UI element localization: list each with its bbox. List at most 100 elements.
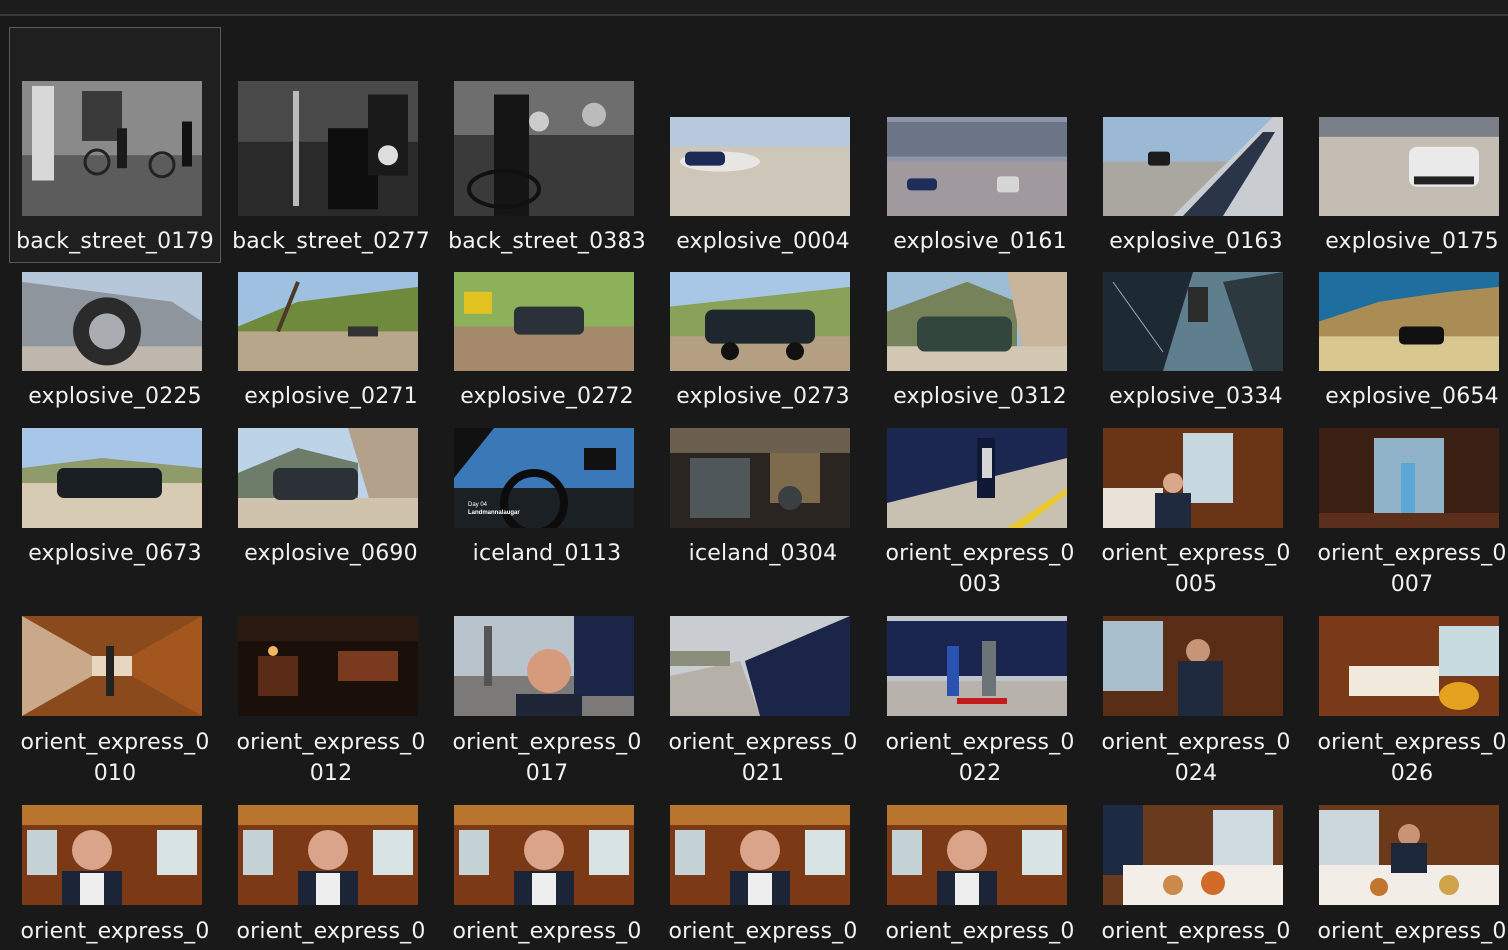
file-name-label: explosive_0273 [676,384,850,409]
file-tile[interactable]: iceland_0304 [658,420,868,570]
file-tile[interactable]: explosive_0334 [1091,266,1301,416]
video-thumbnail[interactable] [238,428,418,528]
file-tile[interactable]: orient_express_0 [875,798,1085,948]
file-name-label: orient_express_0 [452,919,642,944]
video-thumbnail[interactable] [1103,805,1283,905]
file-tile[interactable]: explosive_0272 [442,266,652,416]
file-tile[interactable]: back_street_0383 [442,28,652,262]
file-name-label: explosive_0271 [244,384,418,409]
file-tile[interactable]: orient_express_0 [658,798,868,948]
file-tile[interactable]: Day 04 Landmannalaugar iceland_0113 [442,420,652,570]
file-tile[interactable]: orient_express_0 022 [875,608,1085,786]
file-tile[interactable]: explosive_0163 [1091,28,1301,262]
file-name-label: explosive_0272 [460,384,634,409]
video-thumbnail[interactable] [1319,117,1499,216]
file-name-label: explosive_0175 [1325,229,1499,254]
video-thumbnail[interactable] [22,805,202,905]
file-tile[interactable]: orient_express_0 021 [658,608,868,786]
video-overlay-text: Day 04 [468,502,488,508]
video-thumbnail[interactable]: Day 04 Landmannalaugar [454,428,634,528]
video-thumbnail[interactable] [1319,805,1499,905]
file-name-label: orient_express_0 007 [1317,541,1507,597]
file-tile[interactable]: explosive_0175 [1307,28,1508,262]
video-thumbnail[interactable] [22,81,202,216]
file-tile[interactable]: orient_express_0 005 [1091,420,1301,597]
file-tile[interactable]: orient_express_0 017 [442,608,652,786]
file-name-label: iceland_0113 [472,541,622,566]
file-name-label: orient_express_0 024 [1101,730,1291,786]
file-name-label: explosive_0004 [676,229,850,254]
video-thumbnail[interactable] [887,616,1067,716]
file-tile[interactable]: explosive_0654 [1307,266,1508,416]
file-tile[interactable]: explosive_0312 [875,266,1085,416]
file-tile[interactable]: orient_express_0 012 [226,608,436,786]
video-thumbnail[interactable] [454,272,634,371]
video-thumbnail[interactable] [454,805,634,905]
video-thumbnail[interactable] [670,272,850,371]
video-thumbnail[interactable] [887,272,1067,371]
video-thumbnail[interactable] [670,616,850,716]
file-name-label: orient_express_0 017 [452,730,642,786]
file-tile[interactable]: orient_express_0 024 [1091,608,1301,786]
file-tile[interactable]: orient_express_0 003 [875,420,1085,597]
video-thumbnail[interactable] [670,805,850,905]
video-thumbnail[interactable] [887,428,1067,528]
video-thumbnail[interactable] [1319,272,1499,371]
file-tile[interactable]: explosive_0004 [658,28,868,262]
file-tile[interactable]: orient_express_0 [226,798,436,948]
file-tile[interactable]: orient_express_0 [1307,798,1508,948]
file-name-label: orient_express_0 021 [668,730,858,786]
file-tile[interactable]: back_street_0179 [9,27,221,263]
video-thumbnail[interactable] [454,81,634,216]
video-thumbnail[interactable] [887,805,1067,905]
video-thumbnail[interactable] [238,805,418,905]
video-thumbnail[interactable] [238,81,418,216]
file-name-label: back_street_0383 [448,229,646,254]
video-thumbnail[interactable] [22,428,202,528]
file-name-label: orient_express_0 [236,919,426,944]
file-name-label: explosive_0225 [28,384,202,409]
file-name-label: back_street_0179 [16,229,214,254]
video-thumbnail[interactable] [1319,428,1499,528]
video-thumbnail[interactable] [22,272,202,371]
video-thumbnail[interactable] [1103,616,1283,716]
video-thumbnail[interactable] [1103,117,1283,216]
video-thumbnail[interactable] [887,117,1067,216]
file-name-label: explosive_0673 [28,541,202,566]
video-thumbnail[interactable] [1103,272,1283,371]
file-tile[interactable]: orient_express_0 [442,798,652,948]
file-name-label: explosive_0334 [1109,384,1283,409]
file-name-label: orient_express_0 [668,919,858,944]
file-name-label: orient_express_0 [885,919,1075,944]
file-tile[interactable]: explosive_0273 [658,266,868,416]
file-tile[interactable]: explosive_0673 [10,420,220,570]
video-thumbnail[interactable] [1103,428,1283,528]
file-name-label: explosive_0312 [893,384,1067,409]
video-overlay-text: Landmannalaugar [468,510,520,516]
file-tile[interactable]: explosive_0271 [226,266,436,416]
video-thumbnail[interactable] [454,616,634,716]
file-tile[interactable]: orient_express_0 [1091,798,1301,948]
file-name-label: orient_express_0 005 [1101,541,1291,597]
file-tile[interactable]: explosive_0225 [10,266,220,416]
file-name-label: explosive_0163 [1109,229,1283,254]
video-thumbnail[interactable] [1319,616,1499,716]
video-thumbnail[interactable] [238,616,418,716]
video-thumbnail[interactable] [238,272,418,371]
file-tile[interactable]: orient_express_0 007 [1307,420,1508,597]
file-name-label: orient_express_0 003 [885,541,1075,597]
file-tile[interactable]: explosive_0690 [226,420,436,570]
file-tile[interactable]: explosive_0161 [875,28,1085,262]
file-name-label: orient_express_0 [1317,919,1507,944]
video-thumbnail[interactable] [670,428,850,528]
video-thumbnail[interactable] [670,117,850,216]
file-tile[interactable]: orient_express_0 026 [1307,608,1508,786]
file-name-label: orient_express_0 012 [236,730,426,786]
file-thumbnail-grid: back_street_0179 back_street_0277 back_str… [0,0,1508,950]
file-name-label: orient_express_0 026 [1317,730,1507,786]
file-tile[interactable]: orient_express_0 010 [10,608,220,786]
file-name-label: orient_express_0 022 [885,730,1075,786]
file-tile[interactable]: orient_express_0 [10,798,220,948]
video-thumbnail[interactable] [22,616,202,716]
file-tile[interactable]: back_street_0277 [226,28,436,262]
